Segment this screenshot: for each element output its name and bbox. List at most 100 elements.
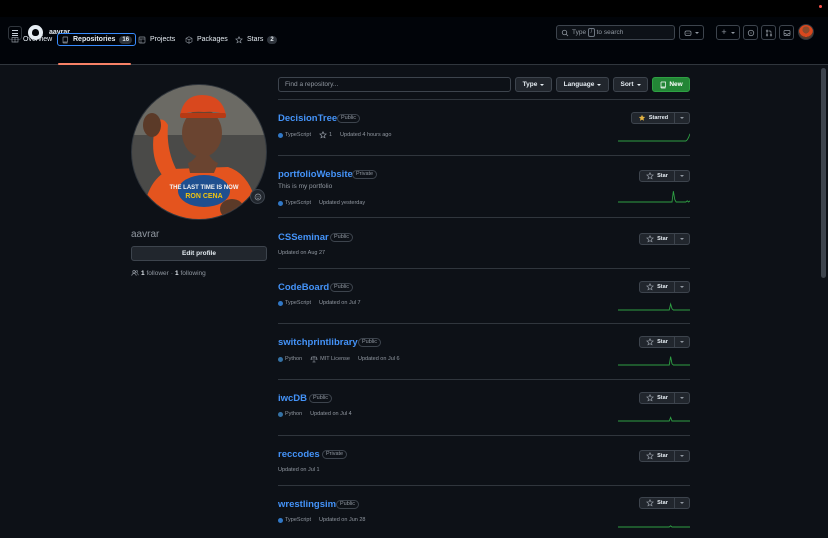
star-button-group: Starred bbox=[631, 112, 690, 124]
tab-label: Repositories bbox=[73, 36, 116, 43]
chevron-down-icon bbox=[680, 502, 684, 504]
chevron-down-icon bbox=[680, 397, 684, 399]
repo-name-link[interactable]: iwcDB bbox=[278, 393, 307, 404]
issues-button[interactable] bbox=[743, 25, 758, 40]
book-icon bbox=[11, 36, 19, 43]
visibility-badge: Public bbox=[330, 283, 353, 292]
visibility-badge: Private bbox=[352, 170, 378, 179]
star-button[interactable]: Star bbox=[639, 281, 675, 293]
tab-stars[interactable]: Stars 2 bbox=[232, 33, 280, 46]
search-icon bbox=[561, 29, 569, 36]
language-filter-label: Language bbox=[563, 81, 595, 88]
language-color-dot bbox=[278, 300, 283, 306]
tab-label: Stars bbox=[247, 36, 264, 43]
scrollbar-thumb[interactable] bbox=[821, 68, 826, 278]
repo-name-link[interactable]: wrestlingsim bbox=[278, 499, 336, 510]
search-text-after: to search bbox=[596, 29, 624, 36]
repo-description: This is my portfolio bbox=[278, 183, 333, 190]
repo-name-link[interactable]: CodeBoard bbox=[278, 282, 329, 293]
star-list-dropdown[interactable] bbox=[675, 112, 690, 124]
new-button-label: New bbox=[669, 81, 683, 88]
sparkline-path bbox=[618, 416, 690, 422]
star-icon bbox=[646, 172, 655, 180]
chevron-down-icon bbox=[636, 83, 641, 86]
star-list-dropdown[interactable] bbox=[675, 392, 690, 404]
activity-sparkline bbox=[618, 356, 690, 366]
tab-label: Packages bbox=[197, 36, 228, 43]
chevron-down-icon bbox=[597, 83, 602, 86]
following-link[interactable]: 1 following bbox=[175, 270, 206, 277]
followers-link[interactable]: 1 follower bbox=[141, 270, 169, 277]
tab-projects[interactable]: Projects bbox=[135, 33, 178, 46]
global-search-input[interactable]: Type / to search bbox=[556, 25, 675, 40]
visibility-badge: Public bbox=[330, 233, 353, 242]
copilot-icon bbox=[684, 30, 692, 36]
repo-meta: Python Updated on Jul 4 bbox=[278, 411, 352, 417]
repo-updated: Updated on Aug 27 bbox=[278, 250, 326, 256]
repo-name-link[interactable]: DecisionTree bbox=[278, 113, 337, 124]
copilot-button[interactable] bbox=[679, 25, 704, 40]
page-scrollbar[interactable] bbox=[820, 65, 828, 538]
sort-filter-button[interactable]: Sort bbox=[613, 77, 648, 92]
search-text-before: Type bbox=[572, 29, 587, 36]
repo-item: iwcDB Public Python Updated on Jul 4 Sta… bbox=[278, 379, 690, 435]
notifications-button[interactable] bbox=[779, 25, 794, 40]
table-icon bbox=[138, 36, 146, 43]
starred-button[interactable]: Starred bbox=[631, 112, 675, 124]
language-filter-button[interactable]: Language bbox=[556, 77, 609, 92]
repo-license: MIT License bbox=[310, 355, 350, 363]
chevron-down-icon bbox=[540, 83, 545, 86]
profile-avatar[interactable]: THE LAST TIME IS NOW RON CENA bbox=[131, 84, 267, 220]
star-list-dropdown[interactable] bbox=[675, 233, 690, 245]
repo-name-link[interactable]: switchprintlibrary bbox=[278, 337, 358, 348]
repo-name-link[interactable]: reccodes bbox=[278, 449, 320, 460]
active-tab-underline bbox=[58, 63, 131, 65]
repo-stars-link[interactable]: 1 bbox=[319, 131, 332, 139]
star-button[interactable]: Star bbox=[639, 450, 675, 462]
issue-icon bbox=[747, 29, 754, 36]
svg-text:THE LAST TIME IS NOW: THE LAST TIME IS NOW bbox=[170, 185, 239, 191]
star-button[interactable]: Star bbox=[639, 336, 675, 348]
star-list-dropdown[interactable] bbox=[675, 170, 690, 182]
edit-profile-button[interactable]: Edit profile bbox=[131, 246, 267, 261]
profile-username: aavrar bbox=[131, 229, 160, 240]
create-new-button[interactable]: + bbox=[716, 25, 740, 40]
tab-packages[interactable]: Packages bbox=[182, 33, 231, 46]
language-color-dot bbox=[278, 517, 283, 523]
star-list-dropdown[interactable] bbox=[675, 450, 690, 462]
star-button[interactable]: Star bbox=[639, 497, 675, 509]
repo-language: Python bbox=[278, 356, 302, 362]
tab-overview[interactable]: Overview bbox=[8, 33, 55, 46]
chevron-down-icon bbox=[680, 286, 684, 288]
type-filter-button[interactable]: Type bbox=[515, 77, 552, 92]
star-button[interactable]: Star bbox=[639, 233, 675, 245]
star-button[interactable]: Star bbox=[639, 170, 675, 182]
package-icon bbox=[185, 35, 193, 44]
chevron-down-icon bbox=[680, 455, 684, 457]
set-status-button[interactable] bbox=[250, 189, 265, 204]
new-repository-button[interactable]: New bbox=[652, 77, 690, 92]
pull-requests-button[interactable] bbox=[761, 25, 776, 40]
repo-meta: Python MIT License Updated on Jul 6 bbox=[278, 355, 400, 363]
tab-repositories[interactable]: Repositories 16 bbox=[57, 33, 137, 46]
star-list-dropdown[interactable] bbox=[675, 281, 690, 293]
type-filter-label: Type bbox=[522, 81, 538, 88]
repo-meta: Updated on Aug 27 bbox=[278, 250, 325, 256]
recording-dot bbox=[819, 5, 822, 8]
repo-language: TypeScript bbox=[278, 517, 311, 523]
language-color-dot bbox=[278, 200, 283, 206]
star-icon bbox=[646, 394, 655, 402]
repo-name-link[interactable]: CSSeminar bbox=[278, 232, 329, 243]
star-button[interactable]: Star bbox=[639, 392, 675, 404]
follow-stats: 1 follower · 1 following bbox=[131, 269, 206, 277]
star-button-group: Star bbox=[639, 450, 690, 462]
find-repository-input[interactable]: Find a repository... bbox=[278, 77, 511, 92]
user-avatar-button[interactable] bbox=[798, 24, 814, 40]
repo-language: Python bbox=[278, 411, 302, 417]
star-list-dropdown[interactable] bbox=[675, 336, 690, 348]
activity-sparkline bbox=[618, 191, 690, 203]
repo-language: TypeScript bbox=[278, 200, 311, 206]
repo-name-link[interactable]: portfolioWebsite bbox=[278, 169, 353, 180]
star-button-group: Star bbox=[639, 281, 690, 293]
star-list-dropdown[interactable] bbox=[675, 497, 690, 509]
